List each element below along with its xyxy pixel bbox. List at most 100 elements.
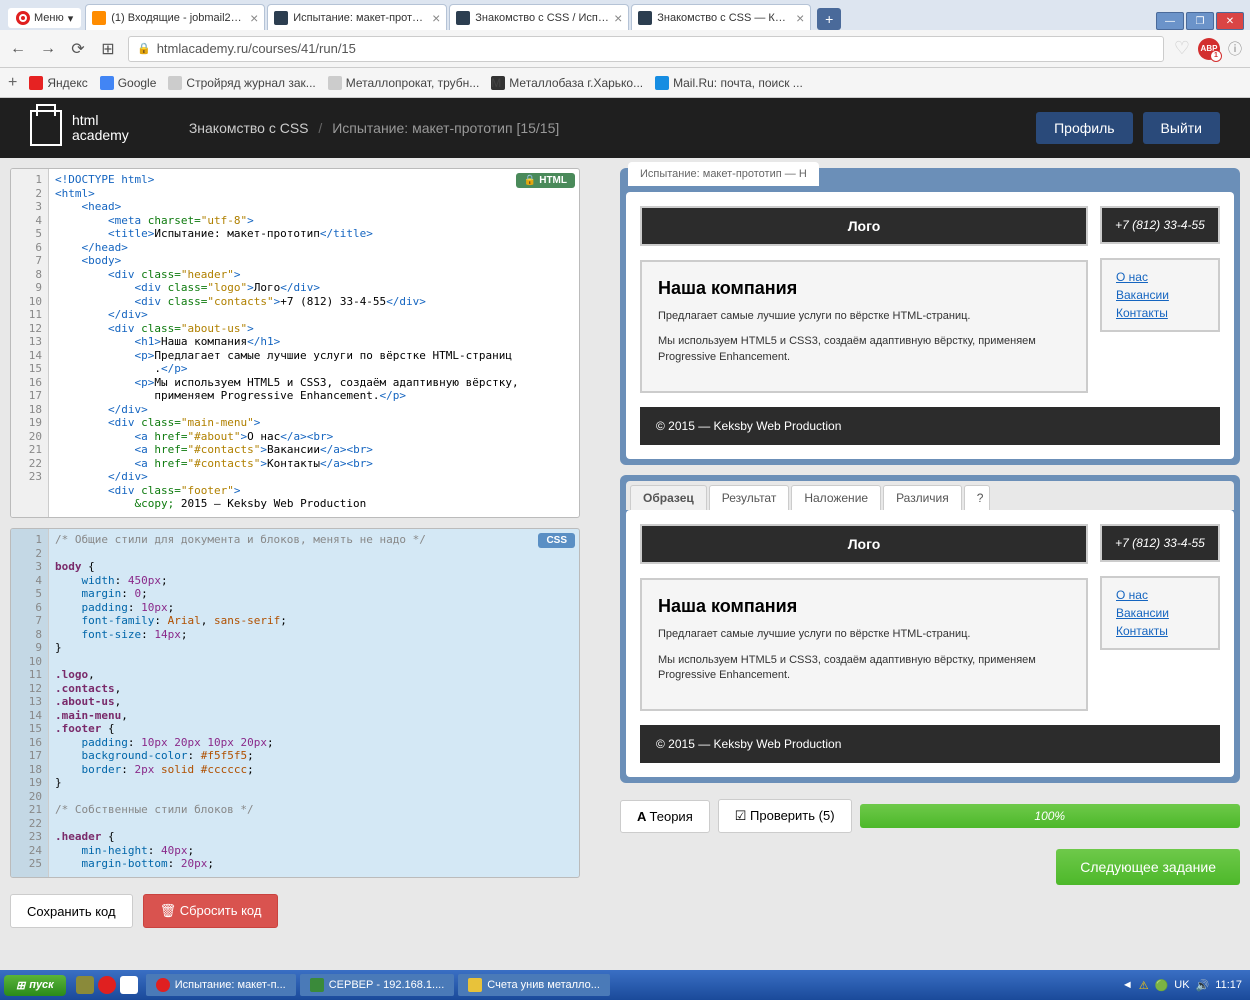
bookmark-item[interactable]: Яндекс <box>29 76 87 90</box>
htmlacademy-favicon <box>456 11 470 25</box>
preview-panel-user: Испытание: макет-прототип — H Лого Наша … <box>620 168 1240 465</box>
chevron-down-icon: ▾ <box>68 12 74 25</box>
site-favicon <box>168 76 182 90</box>
htmlacademy-favicon <box>274 11 288 25</box>
address-bar: ← → ⟳ ⊞ 🔒 htmlacademy.ru/courses/41/run/… <box>0 30 1250 68</box>
ql-icon[interactable] <box>76 976 94 994</box>
reset-code-button[interactable]: Сбросить код <box>143 894 279 928</box>
browser-tab[interactable]: (1) Входящие - jobmail2001@... × <box>85 4 265 30</box>
check-button[interactable]: Проверить (5) <box>718 799 852 833</box>
site-logo[interactable]: htmlacademy <box>30 110 129 146</box>
bookmark-item[interactable]: Google <box>100 76 157 90</box>
bookmark-item[interactable]: Mail.Ru: почта, поиск ... <box>655 76 803 90</box>
code-content[interactable]: /* Общие стили для документа и блоков, м… <box>49 529 579 877</box>
preview-link-about[interactable]: О нас <box>1116 268 1204 286</box>
speed-dial-button[interactable]: ⊞ <box>98 39 118 59</box>
tab-result[interactable]: Результат <box>709 485 790 510</box>
tray-icon[interactable]: 🟢 <box>1155 979 1169 992</box>
main-content: 🔒 HTML 123456789101112131415161718192021… <box>0 158 1250 938</box>
close-icon[interactable]: × <box>250 10 258 26</box>
browser-tab[interactable]: Знакомство с CSS / Испытан... × <box>449 4 629 30</box>
progress-bar: 100% <box>860 804 1240 828</box>
preview-menu: О нас Вакансии Контакты <box>1100 258 1220 332</box>
preview-panel-reference: Образец Результат Наложение Различия ? Л… <box>620 475 1240 783</box>
tab-sample[interactable]: Образец <box>630 485 707 510</box>
bookmark-item[interactable]: Металлопрокат, трубн... <box>328 76 480 90</box>
css-editor[interactable]: CSS 123456789101112131415161718192021222… <box>10 528 580 878</box>
preview-link-contacts[interactable]: Контакты <box>1116 622 1204 640</box>
new-tab-button[interactable]: + <box>817 8 841 30</box>
code-content[interactable]: <!DOCTYPE html> <html> <head> <meta char… <box>49 169 579 517</box>
close-icon[interactable]: × <box>614 10 622 26</box>
preview-link-contacts[interactable]: Контакты <box>1116 304 1204 322</box>
shield-icon <box>30 110 62 146</box>
yandex-favicon <box>29 76 43 90</box>
mail-favicon <box>92 11 106 25</box>
tray-icon[interactable]: 🔊 <box>1196 979 1210 992</box>
close-window-button[interactable]: ✕ <box>1216 12 1244 30</box>
folder-icon <box>468 978 482 992</box>
opera-menu-button[interactable]: Меню ▾ <box>8 8 81 28</box>
editor-actions: Сохранить код Сбросить код <box>10 888 580 928</box>
start-button[interactable]: ⊞ пуск <box>4 975 66 996</box>
url-input[interactable]: 🔒 htmlacademy.ru/courses/41/run/15 <box>128 36 1164 62</box>
close-icon[interactable]: × <box>796 10 804 26</box>
html-badge: 🔒 HTML <box>516 173 575 188</box>
opera-icon <box>16 11 30 25</box>
taskbar-item[interactable]: СЕРВЕР - 192.168.1.... <box>300 974 455 996</box>
google-favicon <box>100 76 114 90</box>
profile-button[interactable]: Профиль <box>1036 112 1132 144</box>
mailru-favicon <box>655 76 669 90</box>
opera-icon <box>156 978 170 992</box>
tab-diff[interactable]: Различия <box>883 485 962 510</box>
preview-column: Испытание: макет-прототип — H Лого Наша … <box>590 158 1250 938</box>
logout-button[interactable]: Выйти <box>1143 112 1220 144</box>
preview-about: Наша компания Предлагает самые лучшие ус… <box>640 260 1088 393</box>
bookmark-item[interactable]: MМеталлобаза г.Харько... <box>491 76 643 90</box>
adblock-icon[interactable]: ABP <box>1198 38 1220 60</box>
tray-icon[interactable]: ⚠ <box>1139 979 1149 992</box>
preview-logo: Лого <box>640 206 1088 246</box>
save-code-button[interactable]: Сохранить код <box>10 894 133 928</box>
tab-help[interactable]: ? <box>964 485 990 510</box>
add-bookmark-button[interactable]: + <box>8 74 17 92</box>
breadcrumb: Знакомство с CSS / Испытание: макет-прот… <box>189 120 559 136</box>
opera-icon[interactable] <box>98 976 116 994</box>
taskbar-item[interactable]: Испытание: макет-п... <box>146 974 296 996</box>
clock[interactable]: 11:17 <box>1215 979 1242 991</box>
tab-overlay[interactable]: Наложение <box>791 485 881 510</box>
lock-icon: 🔒 <box>137 42 151 55</box>
preview-link-jobs[interactable]: Вакансии <box>1116 286 1204 304</box>
server-icon <box>310 978 324 992</box>
next-task-button[interactable]: Следующее задание <box>1056 849 1240 885</box>
page-info-icon[interactable]: ⓘ <box>1228 39 1242 59</box>
preview-link-jobs[interactable]: Вакансии <box>1116 604 1204 622</box>
forward-button[interactable]: → <box>38 39 58 59</box>
reload-button[interactable]: ⟳ <box>68 39 88 59</box>
bookmarks-bar: + Яндекс Google Стройряд журнал зак... М… <box>0 68 1250 98</box>
result-tabs: Образец Результат Наложение Различия ? <box>626 481 1234 510</box>
back-button[interactable]: ← <box>8 39 28 59</box>
site-header: htmlacademy Знакомство с CSS / Испытание… <box>0 98 1250 158</box>
preview-link-about[interactable]: О нас <box>1116 586 1204 604</box>
windows-taskbar: ⊞ пуск Испытание: макет-п... СЕРВЕР - 19… <box>0 970 1250 1000</box>
minimize-button[interactable]: — <box>1156 12 1184 30</box>
preview-footer: © 2015 — Keksby Web Production <box>640 725 1220 763</box>
language-indicator[interactable]: UK <box>1174 979 1189 991</box>
line-gutter: 1234567891011121314151617181920212223 <box>11 169 49 517</box>
html-editor[interactable]: 🔒 HTML 123456789101112131415161718192021… <box>10 168 580 518</box>
site-favicon: M <box>491 76 505 90</box>
breadcrumb-course[interactable]: Знакомство с CSS <box>189 120 309 136</box>
close-icon[interactable]: × <box>432 10 440 26</box>
favorite-icon[interactable]: ♡ <box>1174 38 1190 59</box>
editors-column: 🔒 HTML 123456789101112131415161718192021… <box>0 158 590 938</box>
ql-icon[interactable] <box>120 976 138 994</box>
maximize-button[interactable]: ❐ <box>1186 12 1214 30</box>
tray-icon[interactable]: ◄ <box>1122 979 1133 991</box>
preview-logo: Лого <box>640 524 1088 564</box>
theory-button[interactable]: Теория <box>620 800 710 833</box>
bookmark-item[interactable]: Стройряд журнал зак... <box>168 76 315 90</box>
browser-tab[interactable]: Знакомство с CSS — Курсы... × <box>631 4 811 30</box>
browser-tab[interactable]: Испытание: макет-прототи... × <box>267 4 447 30</box>
taskbar-item[interactable]: Счета унив металло... <box>458 974 610 996</box>
